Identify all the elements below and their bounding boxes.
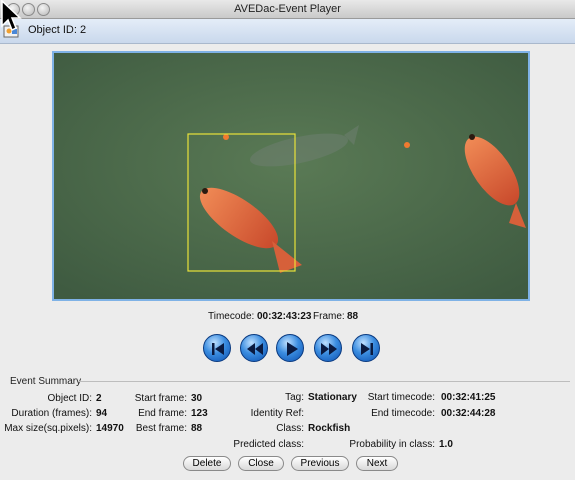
best-frame-label: Best frame: bbox=[135, 423, 187, 434]
object-toolbar: Object ID: 2 bbox=[0, 19, 575, 44]
particle-dot bbox=[404, 142, 410, 148]
class-value: Rockfish bbox=[308, 423, 351, 434]
video-display[interactable] bbox=[52, 51, 530, 301]
timecode-label: Timecode: bbox=[208, 311, 255, 322]
probability-label: Probability in class: bbox=[349, 439, 435, 450]
play-button[interactable] bbox=[276, 334, 304, 362]
duration-label: Duration (frames): bbox=[11, 408, 92, 419]
timecode-value: 00:32:43:23 bbox=[257, 311, 312, 322]
window-title: AVEDac-Event Player bbox=[234, 3, 341, 15]
frame-label: Frame: bbox=[313, 311, 345, 322]
close-button[interactable]: Close bbox=[238, 456, 284, 471]
fast-forward-button[interactable] bbox=[314, 334, 342, 362]
group-divider bbox=[78, 381, 570, 382]
fast-forward-icon bbox=[321, 343, 337, 355]
rewind-button[interactable] bbox=[240, 334, 268, 362]
rewind-icon bbox=[247, 343, 263, 355]
skip-end-icon bbox=[361, 343, 373, 355]
duration-value: 94 bbox=[96, 408, 108, 419]
best-frame-value: 88 bbox=[191, 423, 203, 434]
skip-start-icon bbox=[212, 343, 224, 355]
start-frame-value: 30 bbox=[191, 393, 203, 404]
skip-to-end-button[interactable] bbox=[352, 334, 380, 362]
event-summary-heading: Event Summary bbox=[10, 376, 82, 387]
end-timecode-value: 00:32:44:28 bbox=[441, 408, 496, 419]
next-button[interactable]: Next bbox=[356, 456, 398, 471]
play-icon bbox=[287, 342, 298, 356]
object-id-value: 2 bbox=[96, 393, 102, 404]
predicted-class-label: Predicted class: bbox=[233, 439, 304, 450]
probability-value: 1.0 bbox=[439, 439, 453, 450]
class-label: Class: bbox=[276, 423, 304, 434]
frame-value: 88 bbox=[347, 311, 359, 322]
start-timecode-label: Start timecode: bbox=[367, 392, 435, 403]
start-frame-label: Start frame: bbox=[134, 393, 187, 404]
max-size-label: Max size(sq.pixels): bbox=[4, 423, 92, 434]
skip-to-start-button[interactable] bbox=[203, 334, 231, 362]
object-id-label: Object ID: 2 bbox=[28, 24, 87, 36]
delete-button[interactable]: Delete bbox=[183, 456, 231, 471]
start-timecode-value: 00:32:41:25 bbox=[441, 392, 496, 403]
mouse-cursor-icon bbox=[1, 0, 22, 32]
identity-ref-label: Identity Ref: bbox=[250, 408, 304, 419]
tag-value: Stationary bbox=[308, 392, 357, 403]
tag-label: Tag: bbox=[285, 392, 304, 403]
particle-dot bbox=[223, 134, 229, 140]
end-frame-value: 123 bbox=[191, 408, 208, 419]
max-size-value: 14970 bbox=[96, 423, 124, 434]
object-id-field-label: Object ID: bbox=[47, 393, 92, 404]
previous-button[interactable]: Previous bbox=[291, 456, 349, 471]
window-titlebar: AVEDac-Event Player bbox=[0, 0, 575, 19]
end-frame-label: End frame: bbox=[138, 408, 187, 419]
end-timecode-label: End timecode: bbox=[371, 408, 435, 419]
